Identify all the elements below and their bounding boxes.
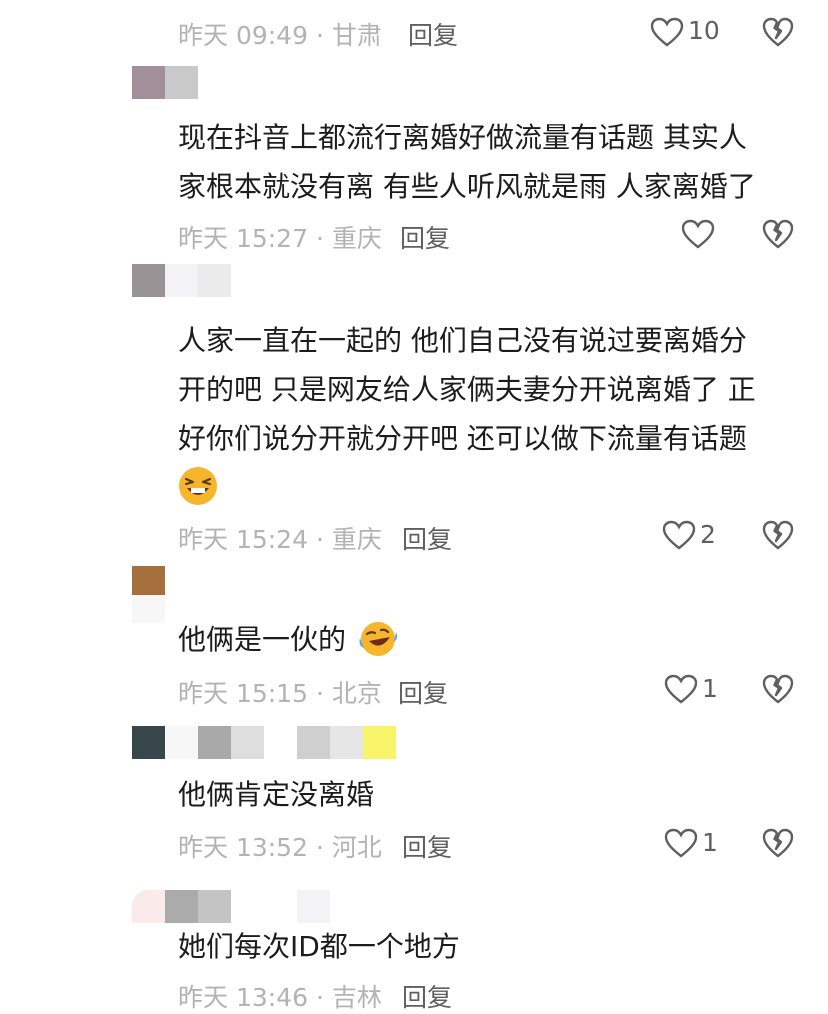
reply-button[interactable]: 回复 xyxy=(402,520,452,556)
comment-text-line: 他俩肯定没离婚 xyxy=(178,778,375,811)
rolling-laughing-emoji xyxy=(358,620,398,658)
comment-meta: 昨天 15:24 · 重庆 xyxy=(178,525,382,554)
like-count: 1 xyxy=(702,674,718,703)
heart-icon[interactable] xyxy=(664,828,698,858)
reply-button[interactable]: 回复 xyxy=(402,828,452,864)
broken-heart-icon[interactable] xyxy=(762,219,794,249)
comment-text-line: 开的吧 只是网友给人家俩夫妻分开说离婚了 正 xyxy=(178,373,756,406)
like-count: 10 xyxy=(688,16,720,45)
reply-button[interactable]: 回复 xyxy=(402,978,452,1014)
like-count: 2 xyxy=(700,520,716,549)
username-blur[interactable] xyxy=(165,726,198,759)
broken-heart-icon[interactable] xyxy=(762,17,794,47)
comment-text-line: 现在抖音上都流行离婚好做流量有话题 其实人 xyxy=(178,121,747,154)
username-blur[interactable] xyxy=(330,726,363,759)
username-blur[interactable] xyxy=(198,890,231,923)
avatar[interactable] xyxy=(132,66,165,99)
comment-meta: 昨天 13:52 · 河北 xyxy=(178,833,382,862)
username-blur[interactable] xyxy=(231,726,264,759)
username-blur[interactable] xyxy=(165,66,198,99)
avatar[interactable] xyxy=(132,726,165,759)
avatar[interactable] xyxy=(132,264,165,297)
broken-heart-icon[interactable] xyxy=(762,828,794,858)
username-blur[interactable] xyxy=(363,726,396,759)
username-blur[interactable] xyxy=(165,264,198,297)
username-blur[interactable] xyxy=(132,595,165,623)
laughing-emoji xyxy=(178,466,218,506)
comment-text-line: 家根本就没有离 有些人听风就是雨 人家离婚了 xyxy=(178,170,756,203)
username-blur[interactable] xyxy=(198,726,231,759)
username-blur[interactable] xyxy=(297,890,330,923)
comment-text-line: 她们每次ID都一个地方 xyxy=(178,930,460,963)
username-blur[interactable] xyxy=(297,726,330,759)
comment-meta: 昨天 13:46 · 吉林 xyxy=(178,983,382,1012)
heart-icon[interactable] xyxy=(664,674,698,704)
heart-icon[interactable] xyxy=(662,520,696,550)
comment-text-line: 人家一直在一起的 他们自己没有说过要离婚分 xyxy=(178,324,747,357)
comment-text-line: 他俩是一伙的 xyxy=(178,623,347,656)
comment-meta: 昨天 09:49 · 甘肃 xyxy=(178,21,382,50)
broken-heart-icon[interactable] xyxy=(762,520,794,550)
reply-button[interactable]: 回复 xyxy=(398,674,448,710)
username-blur[interactable] xyxy=(198,264,231,297)
comment-meta: 昨天 15:15 · 北京 xyxy=(178,679,382,708)
comment-text-line: 好你们说分开就分开吧 还可以做下流量有话题 xyxy=(178,422,747,455)
heart-icon[interactable] xyxy=(650,17,684,47)
like-count: 1 xyxy=(702,828,718,857)
broken-heart-icon[interactable] xyxy=(762,674,794,704)
comment-meta: 昨天 15:27 · 重庆 xyxy=(178,224,382,253)
reply-button[interactable]: 回复 xyxy=(400,219,450,255)
avatar[interactable] xyxy=(132,566,165,595)
heart-icon[interactable] xyxy=(681,219,715,249)
avatar[interactable] xyxy=(132,890,165,923)
username-blur[interactable] xyxy=(165,890,198,923)
reply-button[interactable]: 回复 xyxy=(408,16,458,52)
